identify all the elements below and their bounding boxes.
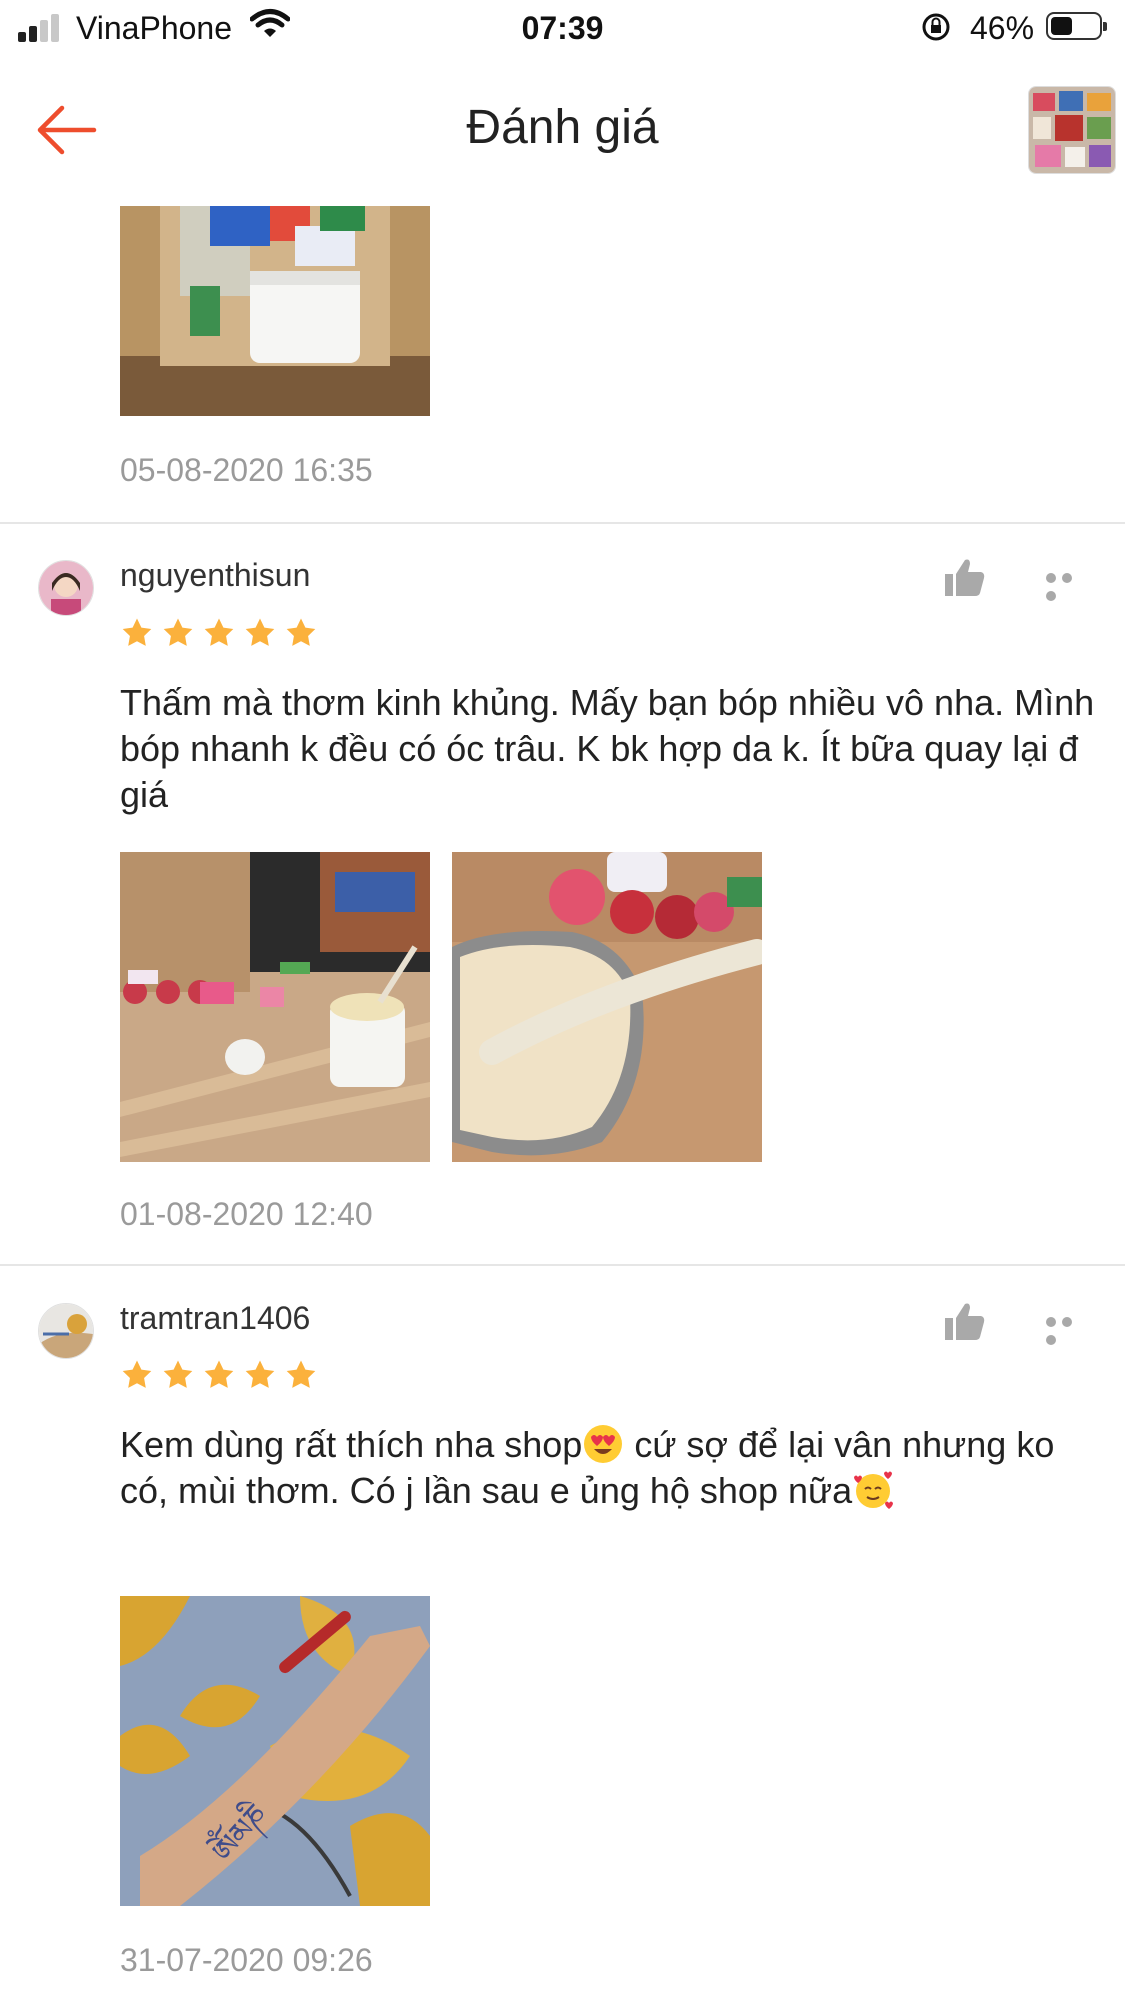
star-icon (284, 616, 318, 650)
status-time: 07:39 (521, 10, 604, 46)
star-icon (243, 616, 277, 650)
review-photo[interactable] (120, 852, 430, 1162)
battery-percent: 46% (970, 10, 1035, 46)
review-text: Kem dùng rất thích nha shop cứ sợ để lại… (120, 1422, 1100, 1514)
like-button[interactable] (943, 558, 987, 598)
star-icon (120, 1358, 154, 1392)
star-icon (161, 616, 195, 650)
star-icon (161, 1358, 195, 1392)
review-date: 31-07-2020 09:26 (120, 1942, 373, 1978)
star-icon (120, 616, 154, 650)
like-button[interactable] (943, 1302, 987, 1342)
more-dots-icon (1046, 1317, 1056, 1327)
review-text: Thấm mà thơm kinh khủng. Mấy bạn bóp nhi… (120, 682, 1095, 815)
review-text-part: Kem dùng rất thích nha shop (120, 1424, 583, 1465)
smiling-face-with-hearts-emoji-icon (854, 1471, 894, 1509)
more-dots-icon (1046, 573, 1056, 583)
divider (0, 1264, 1125, 1266)
review-photo[interactable]: ཨོཾམཎི (120, 1596, 430, 1906)
reviewer-username: tramtran1406 (120, 1300, 311, 1336)
product-thumbnail[interactable] (1028, 86, 1116, 174)
review-date: 05-08-2020 16:35 (120, 452, 373, 488)
star-rating (120, 1358, 325, 1394)
avatar[interactable] (38, 560, 94, 616)
page-title: Đánh giá (466, 101, 659, 154)
divider (0, 522, 1125, 524)
review-photo[interactable] (452, 852, 762, 1162)
battery-icon (1046, 12, 1107, 40)
thumbs-up-icon (945, 1303, 985, 1340)
more-options-button[interactable] (1046, 1314, 1092, 1345)
star-icon (243, 1358, 277, 1392)
review-photo[interactable] (120, 206, 430, 416)
reviewer-username: nguyenthisun (120, 557, 311, 593)
status-bar: VinaPhone 07:39 46% (0, 0, 1125, 58)
star-icon (202, 616, 236, 650)
heart-eyes-emoji-icon (584, 1425, 623, 1463)
avatar[interactable] (38, 1303, 94, 1359)
star-icon (284, 1358, 318, 1392)
rotation-lock-icon (920, 11, 952, 48)
thumbs-up-icon (945, 559, 985, 596)
star-rating (120, 616, 325, 652)
star-icon (202, 1358, 236, 1392)
more-options-button[interactable] (1046, 570, 1092, 601)
review-date: 01-08-2020 12:40 (120, 1196, 373, 1232)
